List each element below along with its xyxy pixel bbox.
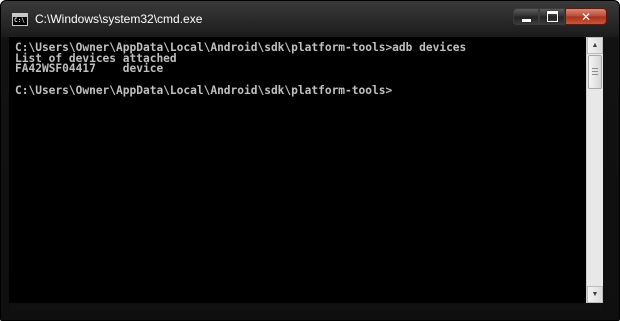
console-output[interactable]: C:\Users\Owner\AppData\Local\Android\sdk…	[9, 37, 586, 303]
scroll-up-button[interactable]: ▲	[587, 37, 603, 54]
minimize-icon	[521, 18, 531, 22]
window-title: C:\Windows\system32\cmd.exe	[35, 12, 203, 26]
minimize-button[interactable]	[513, 8, 539, 25]
up-arrow-icon: ▲	[591, 42, 599, 49]
maximize-button[interactable]	[539, 8, 565, 25]
vertical-scrollbar[interactable]: ▲ ▼	[586, 37, 603, 303]
maximize-icon	[546, 11, 558, 22]
close-button[interactable]: ✕	[565, 8, 607, 25]
window-controls: ✕	[513, 8, 607, 26]
scroll-down-button[interactable]: ▼	[587, 286, 603, 303]
console-text: C:\Users\Owner\AppData\Local\Android\sdk…	[9, 37, 586, 96]
cmd-window: C:\ C:\Windows\system32\cmd.exe ✕ C:\Use…	[0, 0, 620, 321]
down-arrow-icon: ▼	[591, 291, 599, 298]
window-bottom-border	[9, 303, 603, 311]
console-line: FA42WSF04417 device	[15, 62, 164, 76]
scroll-thumb[interactable]	[588, 55, 602, 89]
grip-icon	[592, 68, 598, 75]
console-line: C:\Users\Owner\AppData\Local\Android\sdk…	[15, 83, 393, 97]
cmd-icon-text: C:\	[14, 17, 25, 24]
close-icon: ✕	[580, 9, 592, 24]
title-bar[interactable]: C:\ C:\Windows\system32\cmd.exe ✕	[1, 1, 619, 37]
cmd-icon[interactable]: C:\	[12, 13, 28, 26]
